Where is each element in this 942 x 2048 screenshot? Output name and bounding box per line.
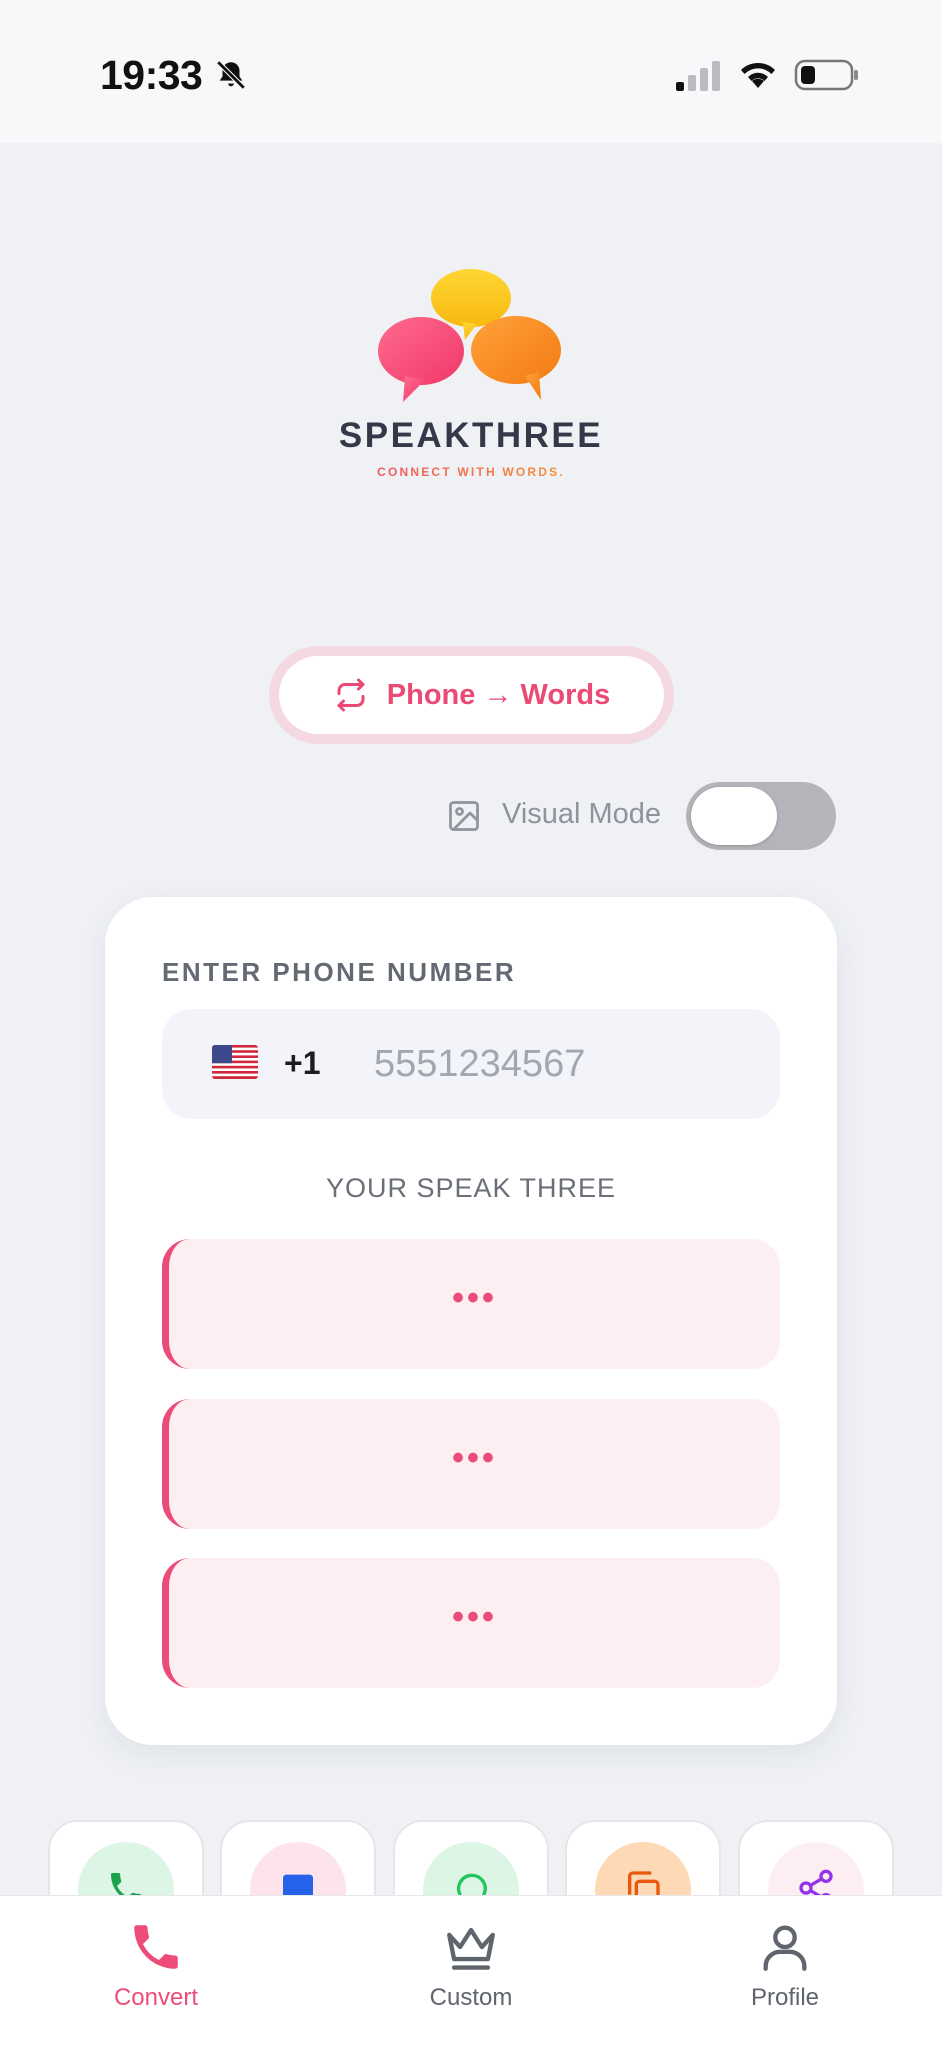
result-word-1-text: ••• [452,1278,497,1317]
tab-convert-label: Convert [113,1984,199,2011]
status-time: 19:33 [100,52,203,98]
status-bar: 19:33 [0,0,942,143]
tab-profile-label: Profile [750,1984,820,2011]
tab-convert[interactable]: Convert [56,1918,256,2012]
visual-mode-switch[interactable] [686,782,836,850]
us-flag-icon[interactable] [212,1045,258,1079]
share-actions-row [0,1820,942,1940]
swap-arrows-icon [337,678,365,712]
bell-slash-icon [216,60,246,90]
phone-icon [134,1925,178,1969]
phone-number-input[interactable] [374,1029,754,1099]
mode-toggle-label: Phone → Words [386,678,611,711]
result-word-2-text: ••• [452,1438,497,1477]
result-heading: YOUR SPEAK THREE [325,1173,617,1203]
phone-field: +1 [162,1009,780,1119]
app-logo: SPEAKTHREE CONNECT WITH WORDS. [330,268,612,500]
crown-icon [447,1927,495,1970]
phone-input-label: ENTER PHONE NUMBER [162,957,517,987]
brand-tagline: CONNECT WITH WORDS. [330,465,612,479]
switch-knob [691,787,777,845]
cellular-signal-icon [676,61,720,91]
visual-mode-label: Visual Mode [502,798,662,830]
mode-toggle-button[interactable]: Phone → Words [279,656,664,734]
country-dial-code[interactable]: +1 [284,1045,320,1082]
tab-custom[interactable]: Custom [371,1918,571,2012]
battery-icon [794,59,858,91]
result-word-3-text: ••• [452,1597,497,1636]
wifi-icon [741,62,775,88]
brand-name: SPEAKTHREE [338,416,604,455]
tab-bar: Convert Custom Profile [0,1895,942,2048]
image-icon [449,801,479,831]
result-word-1[interactable]: ••• [162,1239,780,1369]
converter-card: ENTER PHONE NUMBER +1 YOUR SPEAK THREE •… [105,897,837,1745]
result-word-2[interactable]: ••• [162,1399,780,1529]
speech-bubbles-logo-icon [378,269,561,402]
tab-custom-label: Custom [429,1984,513,2011]
tab-profile[interactable]: Profile [685,1918,885,2012]
result-word-3[interactable]: ••• [162,1558,780,1688]
user-icon [763,1925,807,1971]
